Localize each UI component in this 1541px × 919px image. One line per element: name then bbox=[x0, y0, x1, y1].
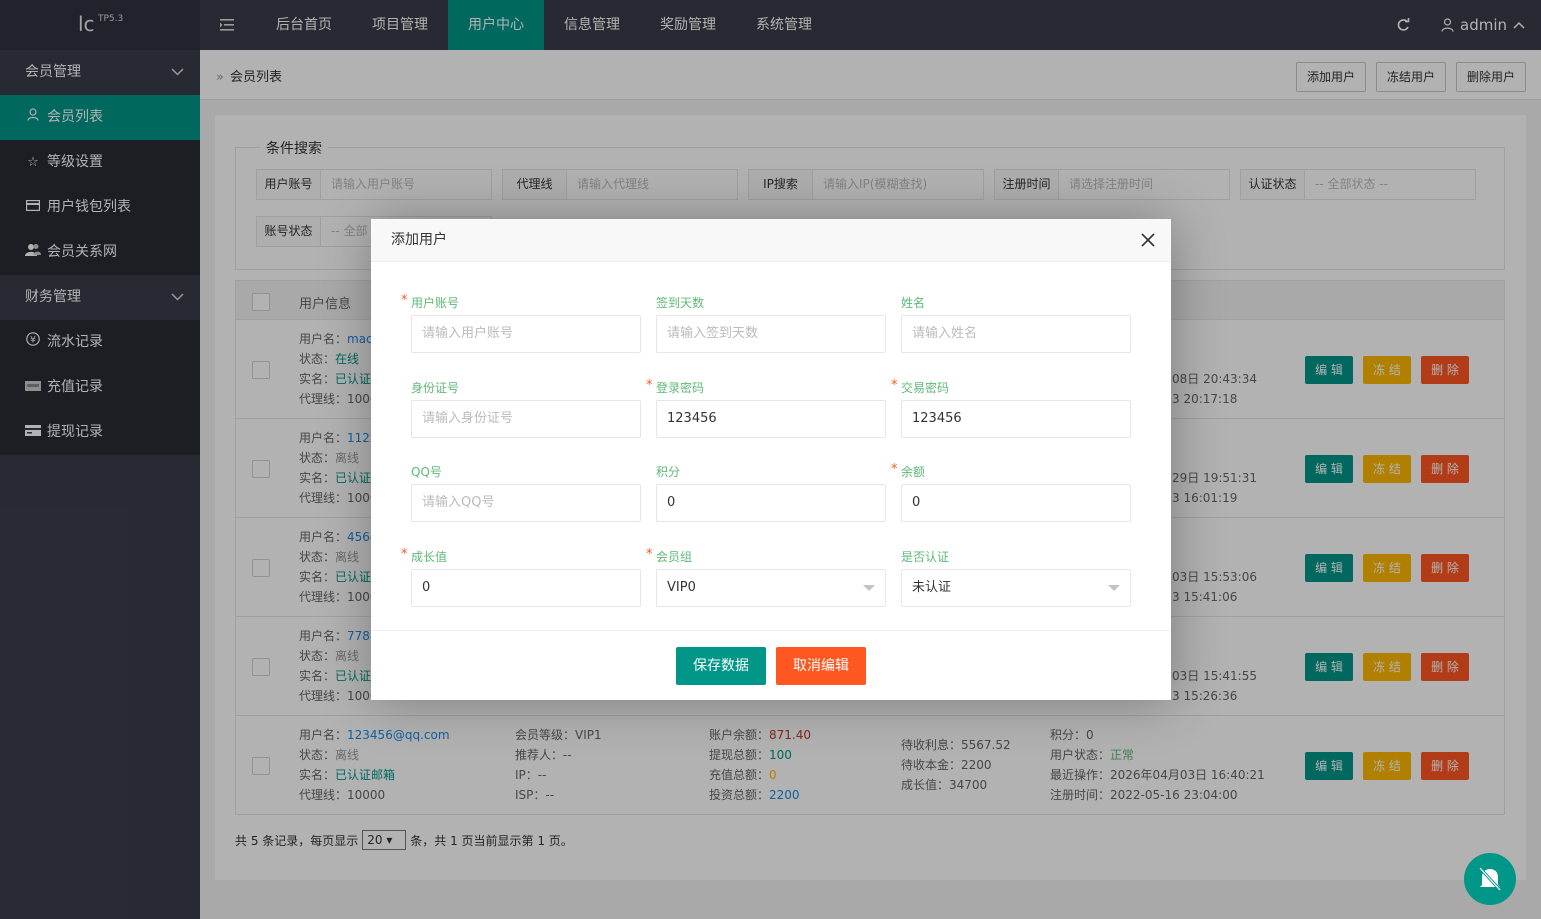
field-value: 请输入身份证号 bbox=[422, 411, 514, 426]
field-label: 是否认证 bbox=[901, 547, 1131, 567]
form-input[interactable]: 123456 bbox=[901, 400, 1131, 438]
floating-action-button[interactable] bbox=[1464, 853, 1516, 905]
form-input[interactable]: 请输入签到天数 bbox=[656, 315, 886, 353]
form-input[interactable]: 请输入身份证号 bbox=[411, 400, 641, 438]
modal-title: 添加用户 bbox=[391, 232, 447, 248]
field-value: VIP0 bbox=[667, 580, 696, 595]
field-label: * 成长值 bbox=[401, 547, 641, 567]
field-value: 请输入姓名 bbox=[912, 326, 978, 341]
form-group: 签到天数 请输入签到天数 bbox=[656, 293, 886, 353]
form-input[interactable]: 123456 bbox=[656, 400, 886, 438]
form-input[interactable]: 请输入姓名 bbox=[901, 315, 1131, 353]
modal-header: 添加用户 bbox=[371, 219, 1171, 262]
field-label: * 用户账号 bbox=[401, 293, 641, 313]
form-input[interactable]: 0 bbox=[656, 484, 886, 522]
form-group: 姓名 请输入姓名 bbox=[901, 293, 1131, 353]
save-button[interactable]: 保存数据 bbox=[676, 646, 766, 685]
field-label: * 交易密码 bbox=[891, 378, 1131, 398]
field-value: 0 bbox=[667, 495, 676, 510]
field-label: * 余额 bbox=[891, 462, 1131, 482]
field-value: 123456 bbox=[912, 411, 962, 426]
field-label-text: 签到天数 bbox=[656, 296, 705, 310]
field-label-text: 积分 bbox=[656, 465, 681, 479]
required-mark: * bbox=[401, 293, 408, 308]
form-group: * 登录密码 123456 bbox=[646, 378, 886, 438]
form-input[interactable]: 0 bbox=[901, 484, 1131, 522]
field-label-text: 登录密码 bbox=[656, 381, 705, 395]
form-input[interactable]: 0 bbox=[411, 569, 641, 607]
modal-footer: 保存数据 取消编辑 bbox=[371, 630, 1171, 700]
field-value: 123456 bbox=[667, 411, 717, 426]
form-group: 积分 0 bbox=[656, 462, 886, 522]
required-mark: * bbox=[891, 378, 898, 393]
required-mark: * bbox=[401, 547, 408, 562]
add-user-modal: 添加用户 * 用户账号 请输入用户账号 签到天数 请输入签到天数 姓名 请输入姓… bbox=[371, 219, 1171, 700]
field-label-text: 姓名 bbox=[901, 296, 926, 310]
form-group: 是否认证 未认证 bbox=[901, 547, 1131, 607]
bell-off-icon bbox=[1477, 865, 1503, 893]
required-mark: * bbox=[891, 462, 898, 477]
form-input[interactable]: 请输入用户账号 bbox=[411, 315, 641, 353]
field-label-text: 成长值 bbox=[411, 550, 448, 564]
form-group: * 用户账号 请输入用户账号 bbox=[401, 293, 641, 353]
field-label-text: 交易密码 bbox=[901, 381, 950, 395]
field-value: 请输入用户账号 bbox=[422, 326, 514, 341]
form-select[interactable]: VIP0 bbox=[656, 569, 886, 607]
field-value: 未认证 bbox=[912, 580, 952, 595]
field-label-text: 身份证号 bbox=[411, 381, 460, 395]
field-label: 积分 bbox=[656, 462, 886, 482]
form-group: * 成长值 0 bbox=[401, 547, 641, 607]
form-select[interactable]: 未认证 bbox=[901, 569, 1131, 607]
form-group: * 交易密码 123456 bbox=[891, 378, 1131, 438]
field-label-text: 余额 bbox=[901, 465, 926, 479]
form-input[interactable]: 请输入QQ号 bbox=[411, 484, 641, 522]
field-label: 身份证号 bbox=[411, 378, 641, 398]
close-icon[interactable] bbox=[1141, 219, 1155, 262]
modal-body: * 用户账号 请输入用户账号 签到天数 请输入签到天数 姓名 请输入姓名 身份证… bbox=[371, 262, 1171, 630]
form-group: 身份证号 请输入身份证号 bbox=[411, 378, 641, 438]
field-label: * 会员组 bbox=[646, 547, 886, 567]
form-group: * 会员组 VIP0 bbox=[646, 547, 886, 607]
field-label-text: 会员组 bbox=[656, 550, 693, 564]
field-label-text: 用户账号 bbox=[411, 296, 460, 310]
cancel-button[interactable]: 取消编辑 bbox=[776, 646, 866, 685]
form-group: QQ号 请输入QQ号 bbox=[411, 462, 641, 522]
required-mark: * bbox=[646, 378, 653, 393]
field-label: 姓名 bbox=[901, 293, 1131, 313]
field-label: 签到天数 bbox=[656, 293, 886, 313]
form-group: * 余额 0 bbox=[891, 462, 1131, 522]
field-label-text: 是否认证 bbox=[901, 550, 950, 564]
field-value: 请输入签到天数 bbox=[667, 326, 759, 341]
field-label: QQ号 bbox=[411, 462, 641, 482]
field-value: 请输入QQ号 bbox=[422, 495, 495, 510]
field-value: 0 bbox=[422, 580, 431, 595]
field-label-text: QQ号 bbox=[411, 465, 442, 479]
field-value: 0 bbox=[912, 495, 921, 510]
field-label: * 登录密码 bbox=[646, 378, 886, 398]
dropdown-caret-icon bbox=[863, 585, 875, 591]
dropdown-caret-icon bbox=[1108, 585, 1120, 591]
required-mark: * bbox=[646, 547, 653, 562]
